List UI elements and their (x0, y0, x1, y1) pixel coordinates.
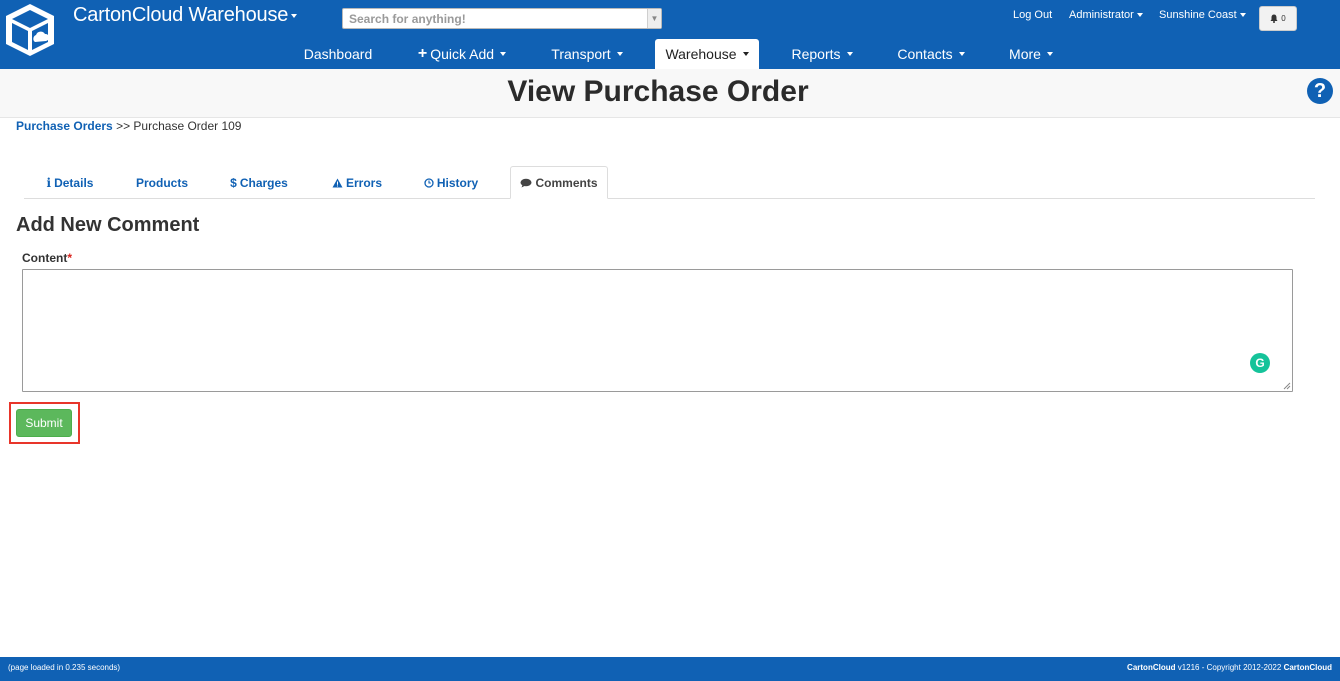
tab-label: Details (54, 175, 94, 190)
section-title: Add New Comment (16, 214, 200, 236)
caret-down-icon (616, 52, 623, 56)
comment-icon (520, 178, 532, 187)
content-textarea[interactable] (22, 269, 1293, 392)
submit-button[interactable]: Submit (16, 409, 72, 437)
tab-label: Products (135, 175, 188, 190)
app-title: CartonCloud Warehouse (73, 4, 289, 26)
caret-down-icon (500, 52, 507, 56)
global-search[interactable]: ▼ (342, 8, 662, 29)
nav-dashboard[interactable]: Dashboard (292, 39, 384, 69)
nav-label: Quick Add (430, 46, 495, 62)
caret-down-icon (958, 52, 965, 56)
logout-label: Log Out (1013, 9, 1053, 21)
caret-down-icon (291, 13, 298, 18)
tab-label: Charges (239, 175, 288, 190)
location-name: Sunshine Coast (1159, 9, 1237, 21)
tab-label: History (436, 175, 479, 190)
nav-label: Warehouse (665, 46, 737, 62)
page-title-bar: View Purchase Order (0, 69, 1340, 118)
tab-history[interactable]: History (418, 166, 484, 199)
footer-brand: CartonCloud (1127, 663, 1176, 672)
logout-link[interactable]: Log Out (1013, 9, 1052, 21)
tabs-divider (24, 198, 1315, 199)
tab-label: Comments (535, 175, 598, 190)
breadcrumb-purchase-orders-link[interactable]: Purchase Orders (16, 119, 113, 133)
tab-details[interactable]: i Details (40, 166, 100, 199)
nav-reports[interactable]: Reports (780, 39, 864, 69)
tab-comments[interactable]: Comments (510, 166, 608, 199)
dollar-icon: $ (230, 175, 237, 190)
search-input[interactable] (343, 9, 647, 28)
breadcrumb-separator: >> (116, 119, 131, 133)
nav-label: Dashboard (303, 46, 373, 62)
search-dropdown-arrow-icon[interactable]: ▼ (647, 9, 661, 28)
app-title-dropdown[interactable]: CartonCloud Warehouse (73, 4, 298, 27)
footer-brand-2: CartonCloud (1283, 663, 1332, 672)
help-icon[interactable]: ? (1307, 78, 1333, 104)
grammarly-icon[interactable]: G (1250, 353, 1270, 373)
caret-down-icon (1136, 13, 1143, 17)
top-header: CartonCloud Warehouse ▼ Log Out Administ… (0, 0, 1340, 69)
info-icon: i (46, 175, 52, 190)
nav-label: Contacts (897, 46, 953, 62)
location-menu[interactable]: Sunshine Coast (1159, 9, 1246, 21)
nav-contacts[interactable]: Contacts (885, 39, 977, 69)
caret-down-icon (1239, 13, 1246, 17)
page-title: View Purchase Order (507, 75, 809, 108)
nav-quick-add[interactable]: + Quick Add (404, 39, 520, 69)
caret-down-icon (846, 52, 853, 56)
nav-warehouse[interactable]: Warehouse (655, 39, 759, 69)
user-name: Administrator (1069, 9, 1134, 21)
breadcrumb: Purchase Orders >> Purchase Order 109 (16, 119, 241, 133)
notifications-button[interactable]: 0 (1259, 6, 1297, 31)
required-marker: * (67, 251, 72, 265)
notification-count: 0 (1281, 14, 1286, 23)
nav-label: Reports (791, 46, 841, 62)
warning-icon (332, 178, 343, 187)
content-label-text: Content (22, 251, 68, 265)
resize-grip-icon[interactable] (1283, 382, 1291, 390)
page-load-time: (page loaded in 0.235 seconds) (8, 663, 121, 672)
nav-more[interactable]: More (998, 39, 1064, 69)
bell-icon (1270, 14, 1278, 23)
clock-icon (424, 177, 434, 188)
tab-label: Errors (345, 175, 383, 190)
nav-label: More (1009, 46, 1041, 62)
footer-version: v1216 - Copyright 2012-2022 (1175, 663, 1284, 672)
tab-products[interactable]: Products (130, 166, 194, 199)
tab-charges[interactable]: $ Charges (224, 166, 294, 199)
cartoncloud-logo[interactable] (4, 2, 56, 58)
caret-down-icon (742, 52, 749, 56)
breadcrumb-current: Purchase Order 109 (133, 119, 242, 133)
tab-errors[interactable]: Errors (325, 166, 389, 199)
plus-icon: + (417, 45, 428, 62)
caret-down-icon (1046, 52, 1053, 56)
footer: (page loaded in 0.235 seconds) CartonClo… (0, 657, 1340, 681)
nav-transport[interactable]: Transport (540, 39, 634, 69)
copyright: CartonCloud v1216 - Copyright 2012-2022 … (1127, 663, 1332, 672)
nav-label: Transport (551, 46, 611, 62)
user-menu[interactable]: Administrator (1069, 9, 1143, 21)
content-field-label: Content* (22, 251, 72, 265)
